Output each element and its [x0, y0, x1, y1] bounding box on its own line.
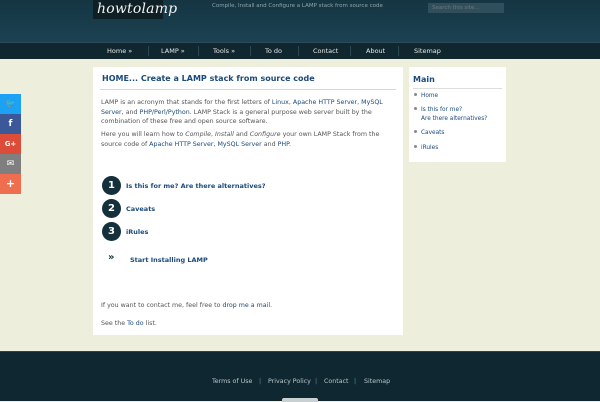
- step-2-badge: 2: [102, 199, 121, 218]
- site-logo[interactable]: howtolamp: [97, 1, 177, 17]
- link-apache[interactable]: Apache HTTP Server: [293, 99, 357, 106]
- step-3-badge: 3: [102, 222, 121, 241]
- bullet-icon: [414, 93, 417, 96]
- bullet-icon: [414, 145, 417, 148]
- nav-separator: [398, 46, 399, 56]
- start-installing-link[interactable]: Start Installing LAMP: [130, 256, 208, 264]
- contact-text: .: [270, 302, 273, 309]
- main-nav: Home » LAMP » Tools » To do Contact Abou…: [0, 42, 600, 59]
- link-linux[interactable]: Linux: [272, 99, 289, 106]
- nav-about[interactable]: About: [366, 43, 385, 59]
- double-chevron-icon: »: [108, 252, 115, 263]
- compile-text: Compile: [185, 131, 211, 138]
- step-1-link[interactable]: Is this for me? Are there alternatives?: [126, 182, 266, 190]
- nav-separator: [148, 46, 149, 56]
- link-php[interactable]: PHP: [278, 141, 289, 148]
- nav-separator: [298, 46, 299, 56]
- nav-sitemap[interactable]: Sitemap: [414, 43, 441, 59]
- sidebar-item-label: iRules: [421, 145, 439, 151]
- nav-todo[interactable]: To do: [265, 43, 282, 59]
- contact-paragraph: If you want to contact me, feel free to …: [101, 301, 397, 311]
- nav-separator: [198, 46, 199, 56]
- footer-terms-link[interactable]: Terms of Use: [212, 378, 252, 385]
- footer-separator: |: [259, 378, 262, 385]
- bullet-icon: [414, 107, 417, 110]
- nav-separator: [350, 46, 351, 56]
- site-header: howtolamp Compile, Install and Configure…: [0, 0, 600, 42]
- sidebar-title: Main: [413, 75, 435, 84]
- footer-privacy-link[interactable]: Privacy Policy: [268, 378, 311, 385]
- main-content: HOME... Create a LAMP stack from source …: [93, 67, 403, 335]
- more-share-button[interactable]: +: [0, 174, 21, 194]
- intro-paragraph: LAMP is an acronym that stands for the f…: [101, 98, 397, 127]
- sidebar-item-is-this-for-me[interactable]: Is this for me?: [414, 107, 462, 113]
- footer-sitemap-link[interactable]: Sitemap: [364, 378, 390, 385]
- intro-text: LAMP is an acronym that stands for the f…: [101, 99, 272, 106]
- facebook-share-button[interactable]: f: [0, 114, 21, 134]
- sidebar: Main Home Is this for me? Are there alte…: [409, 67, 506, 162]
- nav-home[interactable]: Home »: [107, 43, 132, 59]
- sidebar-item-label: Is this for me?: [421, 107, 463, 113]
- learn-paragraph: Here you will learn how to Compile, Inst…: [101, 130, 397, 149]
- contact-text: If you want to contact me, feel free to: [101, 302, 223, 309]
- nav-contact[interactable]: Contact: [313, 43, 338, 59]
- configure-text: Configure: [249, 131, 281, 138]
- step-3-link[interactable]: iRules: [126, 228, 148, 236]
- sidebar-divider: [413, 88, 502, 89]
- email-icon: ✉: [6, 159, 15, 169]
- bullet-icon: [414, 130, 417, 133]
- todo-link[interactable]: To do: [127, 320, 143, 327]
- learn-text: and: [261, 140, 278, 148]
- plus-icon: +: [5, 177, 16, 190]
- footer-separator: |: [315, 378, 318, 385]
- todo-text: list.: [143, 320, 157, 327]
- nav-separator: [250, 46, 251, 56]
- learn-text: Here you will learn how to: [101, 131, 186, 138]
- link-mysql-2[interactable]: MySQL Server: [217, 141, 261, 148]
- nav-lamp[interactable]: LAMP »: [161, 43, 185, 59]
- learn-text: and: [233, 131, 250, 138]
- email-share-button[interactable]: ✉: [0, 154, 21, 174]
- facebook-icon: f: [8, 119, 13, 129]
- drop-mail-link[interactable]: drop me a mail: [222, 302, 270, 309]
- site-footer: Terms of Use | Privacy Policy | Contact …: [0, 351, 600, 402]
- page-title: HOME... Create a LAMP stack from source …: [102, 74, 315, 83]
- logo-box[interactable]: howtolamp: [93, 0, 177, 19]
- learn-text: .: [288, 140, 291, 148]
- title-divider: [100, 89, 396, 90]
- footer-separator: |: [354, 378, 357, 385]
- todo-text: See the: [101, 320, 128, 327]
- intro-text: ,: [121, 108, 124, 116]
- sidebar-item-irules[interactable]: iRules: [414, 145, 438, 151]
- install-text: Install: [214, 131, 234, 138]
- sidebar-item-home[interactable]: Home: [414, 93, 438, 99]
- twitter-share-button[interactable]: 🐦: [0, 94, 21, 114]
- sidebar-item-label: Caveats: [421, 130, 445, 136]
- site-tagline: Compile, Install and Configure a LAMP st…: [212, 3, 383, 9]
- step-1-badge: 1: [102, 176, 121, 195]
- link-php-perl-python[interactable]: PHP/Perl/Python: [140, 109, 190, 116]
- nav-tools[interactable]: Tools »: [213, 43, 235, 59]
- intro-text: and: [125, 108, 140, 116]
- search-input[interactable]: [428, 3, 504, 13]
- todo-paragraph: See the To do list.: [101, 319, 397, 329]
- google-plus-share-button[interactable]: G+: [0, 134, 21, 154]
- sidebar-item-label: Home: [421, 93, 439, 99]
- step-2-link[interactable]: Caveats: [126, 205, 155, 213]
- sidebar-item-alternatives[interactable]: Are there alternatives?: [421, 116, 487, 122]
- link-apache-2[interactable]: Apache HTTP Server: [149, 141, 213, 148]
- sidebar-item-caveats[interactable]: Caveats: [414, 130, 444, 136]
- footer-tab: [282, 398, 318, 402]
- google-plus-icon: G+: [4, 140, 17, 148]
- twitter-icon: 🐦: [5, 99, 16, 108]
- footer-contact-link[interactable]: Contact: [324, 378, 349, 385]
